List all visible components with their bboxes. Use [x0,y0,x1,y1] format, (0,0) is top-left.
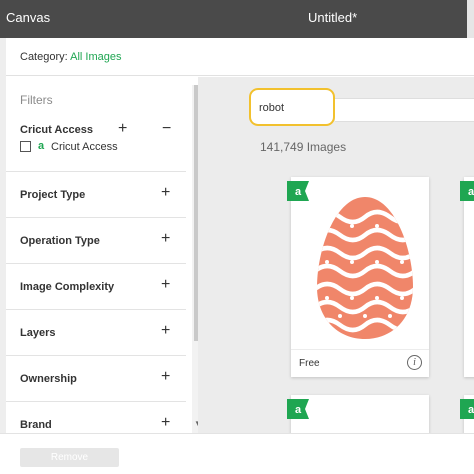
filter-label: Ownership [20,373,77,385]
cricut-access-badge-icon: a [460,181,474,201]
easter-egg-image [317,197,413,339]
filter-section-project-type[interactable]: Project Type + [6,171,186,217]
filter-label: Operation Type [20,235,100,247]
expand-plus-icon[interactable]: + [161,414,170,432]
bottom-action-bar: Remove [0,433,474,474]
title-bar-edge [467,0,474,38]
card-footer: Free i [291,349,429,377]
cricut-access-checkbox[interactable] [20,141,31,152]
svg-text:a: a [468,404,474,416]
expand-plus-icon[interactable]: + [161,322,170,340]
svg-text:a: a [295,404,302,416]
image-card[interactable]: a [287,177,429,377]
filter-section-brand[interactable]: Brand + [6,401,186,433]
filter-label: Project Type [20,189,86,201]
svg-text:a: a [468,186,474,198]
expand-plus-icon[interactable]: + [118,120,127,138]
filter-label: Brand [20,419,52,431]
app-title: Canvas [6,10,51,25]
filter-section-ownership[interactable]: Ownership + [6,355,186,401]
expand-plus-icon[interactable]: + [161,276,170,294]
filter-section-layers[interactable]: Layers + [6,309,186,355]
cricut-access-badge-icon: a [287,181,309,201]
search-box[interactable] [249,88,335,126]
filter-section-operation-type[interactable]: Operation Type + [6,217,186,263]
filter-label: Image Complexity [20,281,115,293]
cricut-access-checkbox-label: Cricut Access [51,141,118,153]
filter-section-image-complexity[interactable]: Image Complexity + [6,263,186,309]
category-value-link[interactable]: All Images [70,51,121,63]
cricut-access-checkbox-row[interactable]: a Cricut Access [20,140,170,155]
price-label: Free [299,358,320,369]
results-panel: 141,749 Images a [198,77,474,433]
search-input[interactable] [259,98,327,118]
cricut-access-logo-icon: a [38,140,45,152]
results-count: 141,749 Images [260,140,347,154]
filters-panel: Filters Cricut Access + − a Cricut Acces… [6,77,198,433]
search-field-extension[interactable] [335,98,474,122]
filters-title: Filters [20,93,53,107]
document-title[interactable]: Untitled* [308,10,357,25]
category-bar: Category: All Images [6,38,474,76]
cricut-access-title: Cricut Access [20,124,93,136]
image-card-partial[interactable]: a [460,177,474,377]
remove-button[interactable]: Remove [20,448,119,467]
image-card[interactable]: a [287,395,429,433]
cricut-access-filter: Cricut Access + − a Cricut Access [20,120,180,153]
category-label: Category: All Images [20,51,122,63]
expand-plus-icon[interactable]: + [161,230,170,248]
filter-label: Layers [20,327,56,339]
cricut-access-badge-icon: a [287,399,309,419]
expand-plus-icon[interactable]: + [161,368,170,386]
cricut-access-badge-icon: a [460,399,474,419]
image-card-partial[interactable]: a [460,395,474,433]
svg-text:a: a [295,186,302,198]
collapse-minus-icon[interactable]: − [162,120,171,138]
expand-plus-icon[interactable]: + [161,184,170,202]
info-icon[interactable]: i [407,355,422,370]
title-bar: Canvas Untitled* [0,0,474,38]
category-prefix: Category: [20,51,71,63]
